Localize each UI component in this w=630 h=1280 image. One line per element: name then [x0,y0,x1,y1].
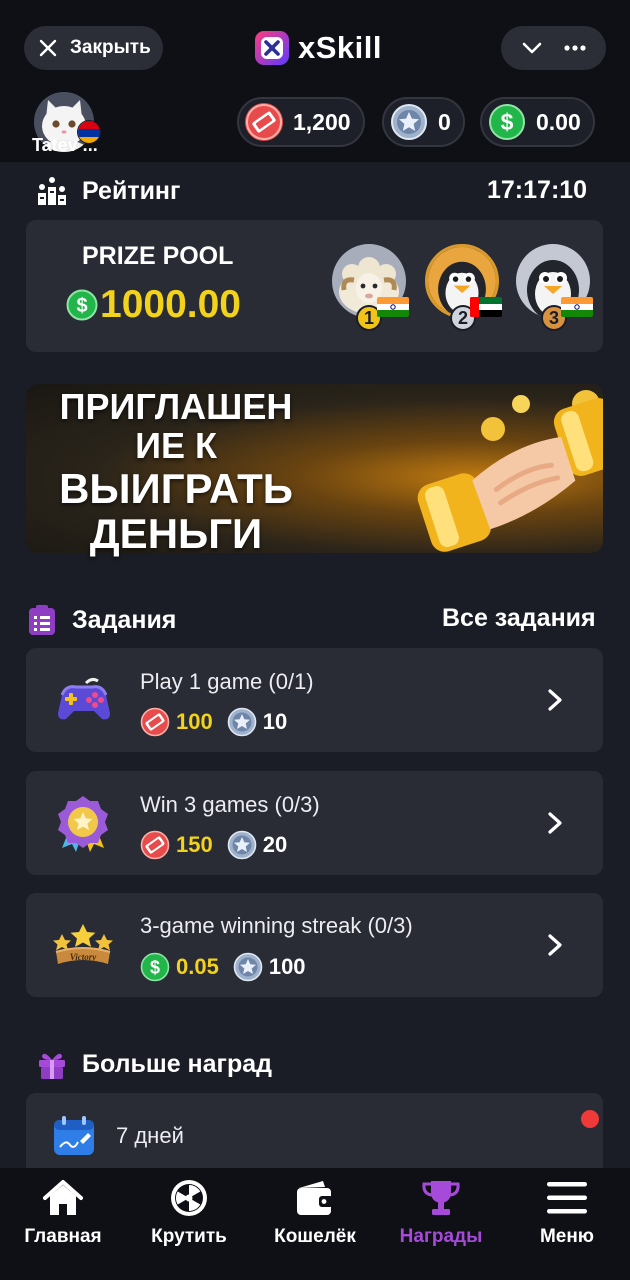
calendar-icon [54,1116,94,1155]
india-flag-icon [377,297,409,317]
nav-item-menu[interactable]: Меню [504,1178,630,1280]
ticket-balance-value: 1,200 [293,108,351,135]
task-reward: 100 10 [140,707,287,737]
task-reward: $ 0.05 100 [140,952,306,982]
prize-pool-value: 1000.00 [100,283,241,326]
tasks-header: Задания [26,604,176,636]
nav-item-rewards[interactable]: Награды [378,1178,504,1280]
gift-icon [39,1053,65,1079]
more-rewards-header: Больше наград [36,1048,272,1080]
banner-line-2: ИЕ К [135,424,217,466]
star-coin-icon [390,103,428,141]
nav-label: Крутить [151,1226,227,1247]
brand-logo: xSkill [252,28,382,68]
brand-name: xSkill [298,30,382,65]
chevron-right-icon[interactable] [543,933,567,957]
task-reward: 150 20 [140,830,287,860]
star-balance-value: 0 [438,108,451,135]
task-reward-secondary: 10 [262,709,288,734]
clipboard-icon [29,605,55,635]
task-reward-secondary: 100 [268,954,306,979]
all-tasks-link[interactable]: Все задания [442,604,596,633]
ticket-coin-icon [140,707,170,737]
chevron-right-icon[interactable] [543,688,567,712]
star-coin-icon [227,830,257,860]
india-flag-icon [561,297,593,317]
more-dots-icon[interactable] [562,35,588,61]
notification-dot [581,1110,599,1128]
close-label: Закрыть [70,37,151,58]
cash-balance-value: 0.00 [536,108,581,135]
wheel-icon [171,1180,207,1216]
nav-item-home[interactable]: Главная [0,1178,126,1280]
bottom-nav: Главная Крутить Кошелёк Награды Меню [0,1168,630,1280]
ticket-balance[interactable]: 1,200 [237,97,365,147]
svg-text:Victory: Victory [70,952,98,962]
trophy-icon [422,1181,460,1215]
wallet-icon [297,1181,333,1215]
close-button[interactable]: Закрыть [24,26,163,70]
task-title: 3-game winning streak (0/3) [140,913,413,938]
task-title: Win 3 games (0/3) [140,792,320,817]
star-coin-icon [227,707,257,737]
chevron-right-icon[interactable] [543,811,567,835]
dollar-coin-icon: $ [66,289,98,321]
home-icon [43,1180,83,1215]
nav-label: Награды [399,1226,483,1247]
more-rewards-title: Больше наград [82,1049,273,1078]
header-menu-pill[interactable] [501,26,606,70]
nav-label: Кошелёк [274,1226,356,1247]
cash-balance[interactable]: $ 0.00 [480,97,595,147]
dollar-coin-icon: $ [140,952,170,982]
star-coin-icon [233,952,263,982]
prize-pool-label: PRIZE POOL [82,242,234,270]
svg-text:$: $ [76,295,87,317]
task-reward-secondary: 20 [262,832,288,857]
ticket-coin-icon [140,830,170,860]
rating-timer: 17:17:10 [487,176,588,204]
uae-flag-icon [470,297,502,317]
banner-line-4: ДЕНЬГИ [89,510,263,558]
svg-text:$: $ [501,109,514,135]
svg-text:$: $ [150,958,160,978]
nav-label: Главная [24,1226,102,1247]
nav-label: Меню [539,1226,595,1247]
banner-line-1: ПРИГЛАШЕН [59,386,293,427]
tasks-title: Задания [72,605,177,634]
user-name: Tatev ... [32,135,98,155]
dollar-coin-icon: $ [488,103,526,141]
nav-item-spin[interactable]: Крутить [126,1178,252,1280]
medal-icon [58,796,108,852]
xskill-logo-icon [255,31,289,65]
chevron-down-icon[interactable] [519,35,545,61]
gamepad-icon [58,677,110,720]
ticket-coin-icon [245,103,283,141]
nav-item-wallet[interactable]: Кошелёк [252,1178,378,1280]
task-reward-primary: 0.05 [176,954,219,979]
hamburger-icon [547,1182,587,1214]
task-title: Play 1 game (0/1) [140,669,314,694]
task-reward-primary: 100 [176,709,213,734]
task-reward-primary: 150 [176,832,213,857]
banner-line-3: ВЫИГРАТЬ [59,464,293,512]
leaderboard-icon [38,177,66,205]
prize-pool-amount: $ 1000.00 [66,283,241,327]
daily-reward-label: 7 дней [116,1123,184,1148]
victory-stars-icon: Victory [53,924,113,964]
rating-title: Рейтинг [82,176,181,205]
banner-title: ПРИГЛАШЕН ИЕ К ВЫИГРАТЬ ДЕНЬГИ [40,386,312,558]
star-balance[interactable]: 0 [382,97,465,147]
close-icon [39,39,57,57]
rating-header[interactable]: Рейтинг [36,175,180,207]
